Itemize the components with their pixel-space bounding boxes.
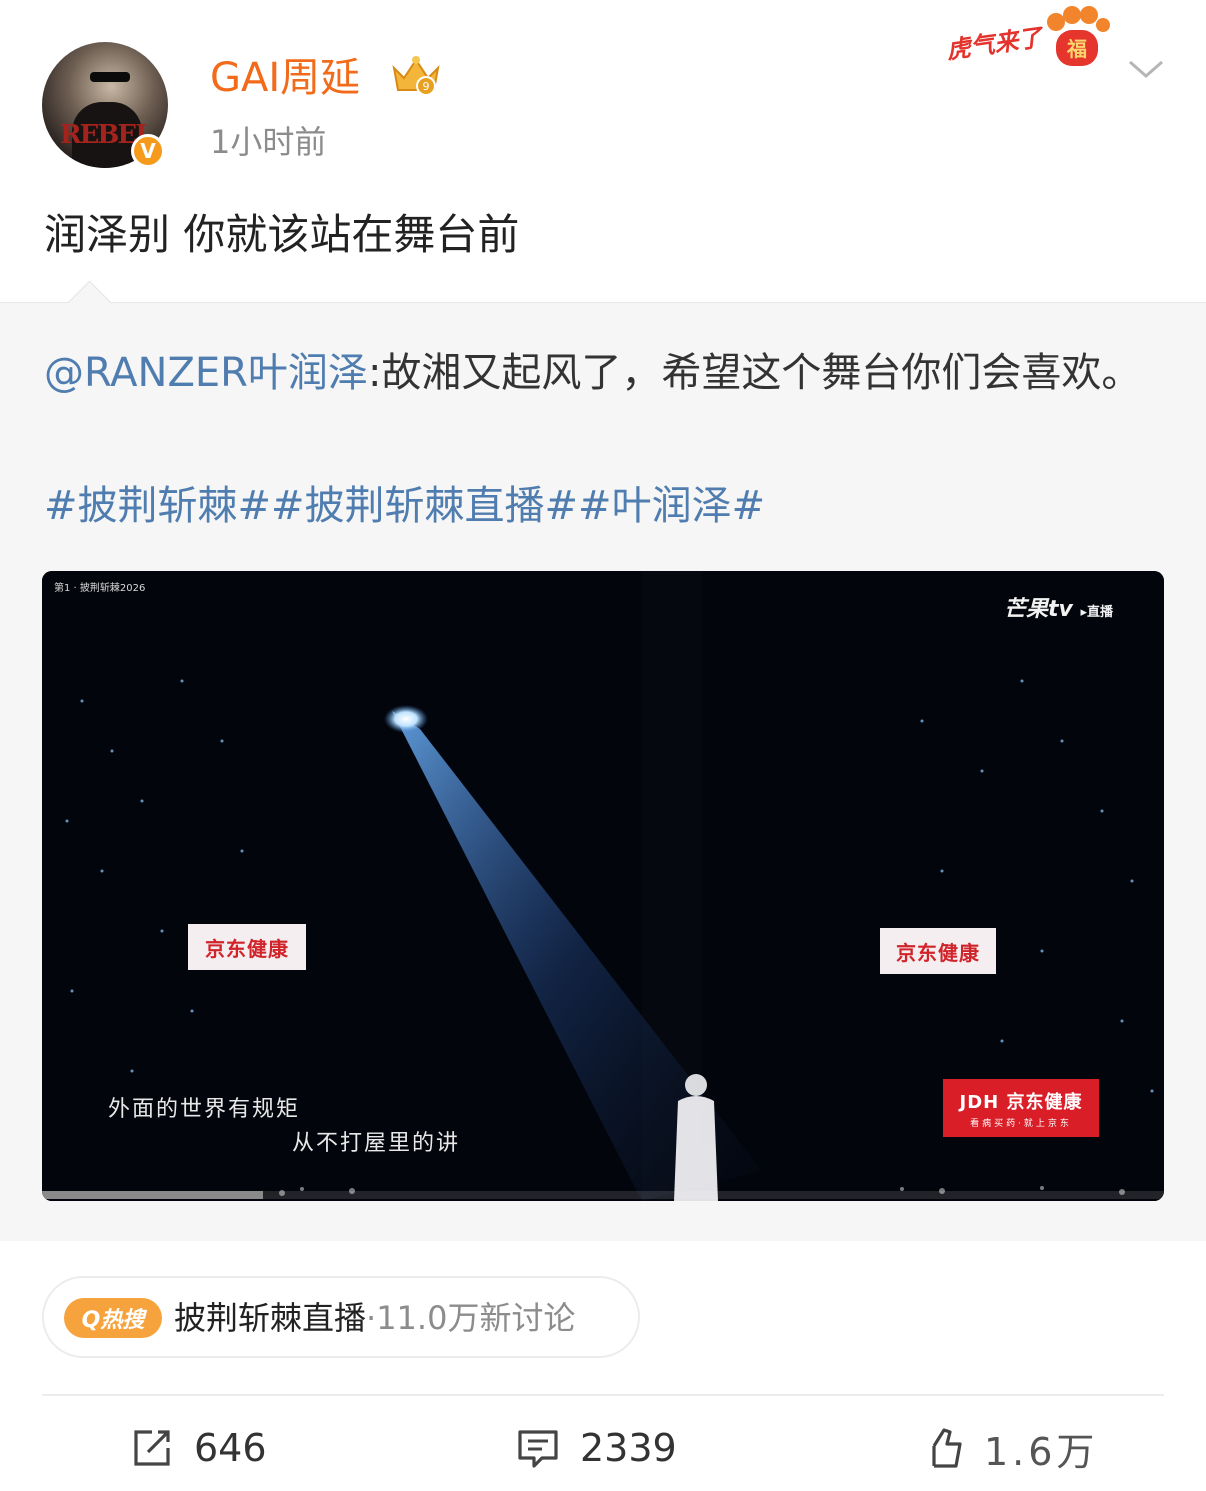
post-header: REBEL V GAI周延 9 1小时前 虎气来了 福 润泽别 你就该站在舞台前 — [0, 0, 1206, 300]
comment-icon — [518, 1430, 558, 1468]
thumb-up-icon — [932, 1428, 962, 1468]
hot-search-topic: 披荆斩棘直播·11.0万新讨论 — [174, 1294, 575, 1342]
mention-link[interactable]: @RANZER叶润泽 — [44, 350, 368, 396]
crown-icon: 9 — [392, 56, 440, 96]
lyric-line: 从不打屋里的讲 — [292, 1131, 461, 1156]
paw-icon: 福 — [1047, 6, 1110, 66]
comment-count: 2339 — [580, 1426, 677, 1470]
post-time: 1小时前 — [210, 123, 327, 161]
video-progress-fill — [42, 1191, 264, 1199]
username[interactable]: GAI周延 — [210, 52, 360, 104]
svg-text:9: 9 — [423, 80, 430, 93]
share-icon — [134, 1430, 170, 1466]
sponsor-tagline: 看病买药·就上京东 — [970, 1118, 1072, 1129]
repost-body: :故湘又起风了，希望这个舞台你们会喜欢。 — [367, 350, 1142, 396]
share-button[interactable]: 646 — [130, 1420, 267, 1476]
chevron-down-icon[interactable] — [1126, 54, 1166, 84]
avatar-sunglasses — [90, 72, 130, 82]
channel-brand: 芒果tv — [1004, 597, 1073, 622]
sponsor-logo: JDH 京东健康 看病买药·就上京东 — [943, 1079, 1099, 1137]
spotlight-lamp — [384, 705, 428, 733]
hot-search-topic-text: 披荆斩棘直播 — [174, 1299, 367, 1337]
promo-label: 虎气来了 — [944, 23, 1044, 65]
repost-text: @RANZER叶润泽:故湘又起风了，希望这个舞台你们会喜欢。 — [44, 340, 1154, 406]
sponsor-logo-text: JDH 京东健康 — [959, 1091, 1083, 1113]
channel-live: ▸直播 — [1080, 605, 1114, 620]
sponsor-sign-right: 京东健康 — [880, 928, 996, 974]
share-count: 646 — [194, 1426, 267, 1470]
hot-search-count: ·11.0万新讨论 — [366, 1299, 576, 1337]
channel-logo: 芒果tv ▸直播 — [1004, 591, 1113, 623]
hot-search-badge: Q热搜 — [64, 1298, 162, 1338]
comment-button[interactable]: 2339 — [516, 1420, 677, 1476]
video-corner-label: 第1 · 披荆斩棘2026 — [54, 583, 146, 594]
lyric-line: 外面的世界有规矩 — [108, 1097, 301, 1122]
verified-badge-icon: V — [131, 134, 165, 168]
hot-search-pill[interactable]: Q热搜 披荆斩棘直播·11.0万新讨论 — [42, 1276, 640, 1358]
action-divider — [42, 1394, 1164, 1396]
hashtag-links[interactable]: #披荆斩棘##披荆斩棘直播##叶润泽# — [44, 474, 765, 538]
like-count: 1.6万 — [984, 1429, 1099, 1474]
video-player[interactable]: 第1 · 披荆斩棘2026 芒果tv ▸直播 京东健康 京东健康 JDH 京东健… — [42, 571, 1164, 1201]
paw-label: 福 — [1066, 37, 1087, 61]
promo-sticker[interactable]: 虎气来了 福 — [944, 2, 1114, 72]
like-button[interactable]: 1.6万 — [928, 1420, 1098, 1476]
post-text: 润泽别 你就该站在舞台前 — [44, 210, 520, 259]
sponsor-sign-left: 京东健康 — [188, 924, 306, 970]
